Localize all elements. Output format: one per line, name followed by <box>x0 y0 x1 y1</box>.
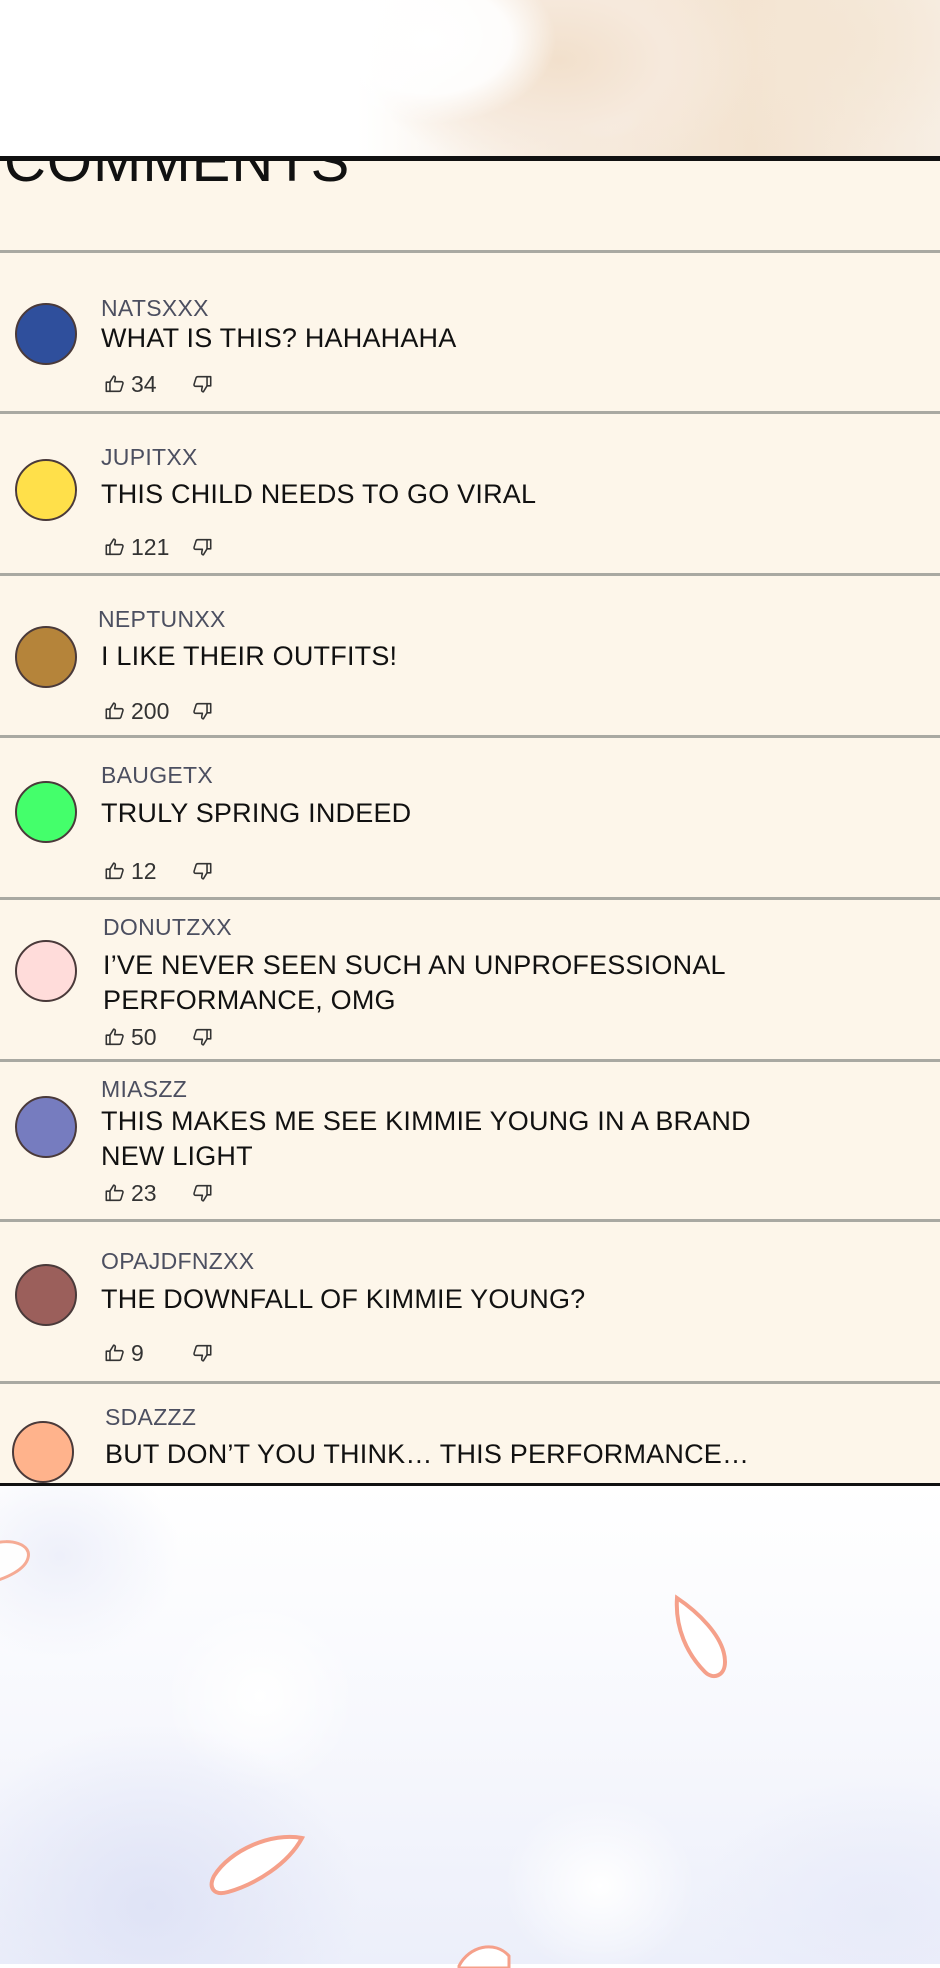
like-count: 121 <box>131 533 170 560</box>
thumbs-up-icon <box>104 700 126 722</box>
thumbs-down-icon <box>191 860 213 882</box>
thumbs-down-icon <box>191 1182 213 1204</box>
petal-icon <box>674 1594 728 1679</box>
comment-item: OPAJDFNZXX THE DOWNFALL OF KIMMIE YOUNG?… <box>0 1222 940 1384</box>
comment-text: BUT DON’T YOU THINK… THIS PERFORMANCE… <box>105 1439 750 1469</box>
avatar[interactable] <box>12 1421 74 1483</box>
avatar[interactable] <box>15 1264 77 1326</box>
bottom-background <box>0 1486 940 1968</box>
like-button[interactable]: 50 <box>104 1024 191 1051</box>
thumbs-up-icon <box>104 1342 126 1364</box>
avatar[interactable] <box>15 459 77 521</box>
like-count: 23 <box>131 1179 157 1206</box>
comment-username[interactable]: NATSXXX <box>101 295 209 322</box>
comments-panel: COMMENTS NATSXXX WHAT IS THIS? HAHAHAHA … <box>0 156 940 1488</box>
comment-text: THIS CHILD NEEDS TO GO VIRAL <box>101 479 537 509</box>
comment-username[interactable]: JUPITXX <box>101 444 198 471</box>
like-count: 200 <box>131 697 170 724</box>
comment-item: DONUTZXX I’VE NEVER SEEN SUCH AN UNPROFE… <box>0 900 940 1062</box>
comment-username[interactable]: BAUGETX <box>101 762 213 789</box>
dislike-button[interactable] <box>191 1182 213 1204</box>
avatar[interactable] <box>15 781 77 843</box>
comment-text: WHAT IS THIS? HAHAHAHA <box>101 323 457 353</box>
thumbs-down-icon <box>191 373 213 395</box>
comment-text: TRULY SPRING INDEED <box>101 798 412 828</box>
like-button[interactable]: 9 <box>104 1340 191 1367</box>
comment-username[interactable]: DONUTZXX <box>103 914 232 941</box>
thumbs-up-icon <box>104 860 126 882</box>
thumbs-up-icon <box>104 1026 126 1048</box>
like-button[interactable]: 34 <box>104 371 191 398</box>
thumbs-down-icon <box>191 700 213 722</box>
dislike-button[interactable] <box>191 700 213 722</box>
petal-icon <box>0 1540 30 1581</box>
dislike-button[interactable] <box>191 373 213 395</box>
comment-text: THE DOWNFALL OF KIMMIE YOUNG? <box>101 1284 586 1314</box>
comment-item: NATSXXX WHAT IS THIS? HAHAHAHA 34 <box>0 253 940 414</box>
thumbs-down-icon <box>191 1026 213 1048</box>
comments-header: COMMENTS <box>0 161 940 253</box>
thumbs-up-icon <box>104 1182 126 1204</box>
avatar[interactable] <box>15 1096 77 1158</box>
comment-actions: 34 <box>104 371 213 397</box>
comment-username[interactable]: OPAJDFNZXX <box>101 1248 254 1275</box>
like-count: 12 <box>131 857 157 884</box>
like-count: 9 <box>131 1339 144 1366</box>
comment-item: BAUGETX TRULY SPRING INDEED 12 <box>0 738 940 900</box>
comment-username[interactable]: SDAZZZ <box>105 1404 196 1431</box>
like-button[interactable]: 121 <box>104 534 191 561</box>
thumbs-down-icon <box>191 1342 213 1364</box>
comment-item: MIASZZ THIS MAKES ME SEE KIMMIE YOUNG IN… <box>0 1062 940 1222</box>
comment-text: I’VE NEVER SEEN SUCH AN UNPROFESSIONAL P… <box>103 950 725 1015</box>
petal-icon <box>209 1834 306 1895</box>
top-background <box>0 0 940 160</box>
dislike-button[interactable] <box>191 860 213 882</box>
comment-actions: 12 <box>104 858 213 884</box>
like-count: 50 <box>131 1023 157 1050</box>
avatar[interactable] <box>15 303 77 365</box>
comment-actions: 50 <box>104 1024 213 1050</box>
comment-actions: 121 <box>104 534 213 560</box>
dislike-button[interactable] <box>191 536 213 558</box>
thumbs-up-icon <box>104 373 126 395</box>
like-button[interactable]: 200 <box>104 698 191 725</box>
avatar[interactable] <box>15 626 77 688</box>
panel-title: COMMENTS <box>4 156 351 194</box>
comment-username[interactable]: NEPTUNXX <box>98 606 226 633</box>
like-button[interactable]: 12 <box>104 858 191 885</box>
comment-actions: 9 <box>104 1340 213 1366</box>
thumbs-up-icon <box>104 536 126 558</box>
comment-item: NEPTUNXX I LIKE THEIR OUTFITS! 200 <box>0 576 940 738</box>
like-count: 34 <box>131 370 157 397</box>
comment-actions: 200 <box>104 698 213 724</box>
avatar[interactable] <box>15 940 77 1002</box>
comment-item: JUPITXX THIS CHILD NEEDS TO GO VIRAL 121 <box>0 414 940 576</box>
comment-username[interactable]: MIASZZ <box>101 1076 187 1103</box>
comment-item: SDAZZZ BUT DON’T YOU THINK… THIS PERFORM… <box>0 1384 940 1483</box>
thumbs-down-icon <box>191 536 213 558</box>
comment-actions: 23 <box>104 1180 213 1206</box>
dislike-button[interactable] <box>191 1026 213 1048</box>
dislike-button[interactable] <box>191 1342 213 1364</box>
like-button[interactable]: 23 <box>104 1180 191 1207</box>
comment-text: THIS MAKES ME SEE KIMMIE YOUNG IN A BRAN… <box>101 1106 751 1171</box>
comment-text: I LIKE THEIR OUTFITS! <box>101 641 398 671</box>
